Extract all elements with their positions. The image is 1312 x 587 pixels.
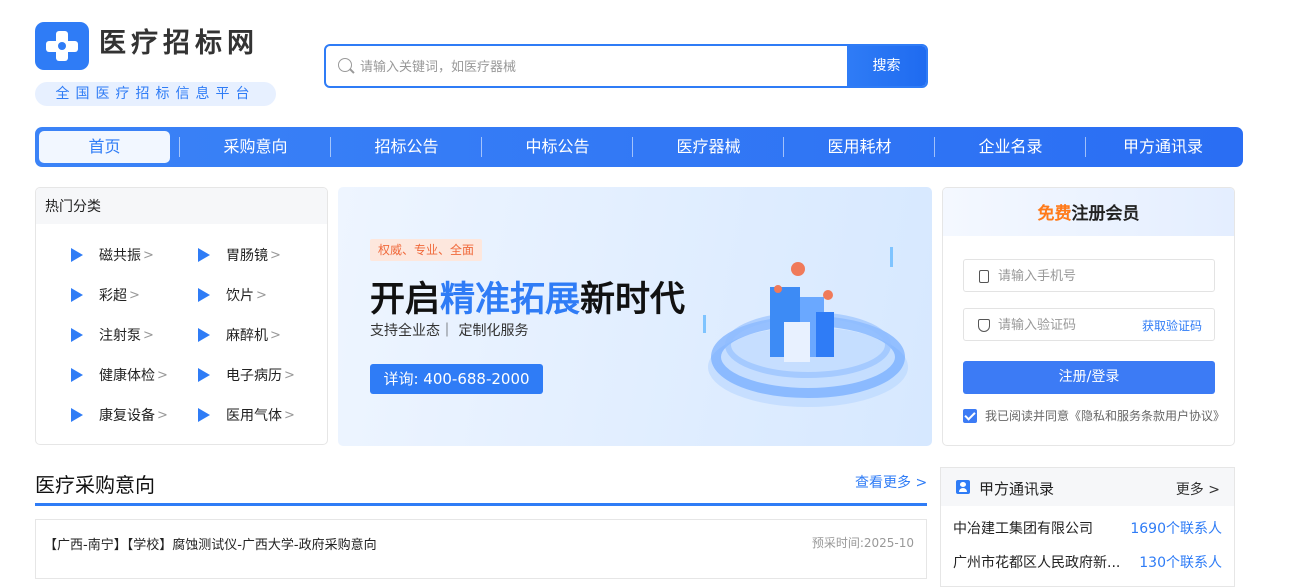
site-title[interactable]: 医疗招标网: [99, 21, 259, 60]
logo-icon[interactable]: [35, 22, 89, 70]
nav-item-devices[interactable]: 医疗器械: [633, 127, 784, 167]
register-panel: 免费注册会员 获取验证码 注册/登录 我已阅读并同意《隐私和服务条款用户协议》: [942, 187, 1235, 446]
chevron-right-icon: >: [129, 287, 140, 303]
hot-categories-panel: 热门分类 磁共振 > 胃肠镜 > 彩超 > 饮片 > 注射泵 > 麻醉机 > 健康体检 > 电…: [35, 187, 328, 445]
category-item[interactable]: 饮片 >: [198, 285, 267, 305]
search-bar: 搜索: [324, 44, 928, 88]
register-login-button[interactable]: 注册/登录: [963, 361, 1215, 394]
nav-item-award[interactable]: 中标公告: [482, 127, 633, 167]
play-icon: [71, 368, 83, 382]
contacts-more-link[interactable]: 更多 >: [1176, 479, 1220, 499]
nav-item-directory[interactable]: 企业名录: [935, 127, 1086, 167]
banner-hotline-button[interactable]: 详询: 400-688-2000: [370, 364, 543, 394]
search-input[interactable]: [360, 46, 840, 86]
buildings-illustration: [703, 247, 908, 407]
category-item[interactable]: 电子病历 >: [198, 365, 295, 385]
chevron-right-icon: >: [157, 367, 168, 383]
category-item[interactable]: 注射泵 >: [71, 325, 154, 345]
chevron-right-icon: >: [157, 407, 168, 423]
site-subtitle: 全国医疗招标信息平台: [35, 82, 276, 106]
phone-input[interactable]: [998, 260, 1138, 291]
chevron-right-icon: >: [256, 287, 267, 303]
play-icon: [71, 288, 83, 302]
play-icon: [71, 328, 83, 342]
main-nav: 首页 采购意向 招标公告 中标公告 医疗器械 医用耗材 企业名录 甲方通讯录: [35, 127, 1243, 167]
chevron-right-icon: >: [270, 247, 281, 263]
play-icon: [71, 248, 83, 262]
play-icon: [198, 328, 210, 342]
search-button[interactable]: 搜索: [847, 46, 926, 86]
category-item[interactable]: 健康体检 >: [71, 365, 168, 385]
code-field[interactable]: 获取验证码: [963, 308, 1215, 341]
list-item[interactable]: 【广西-南宁】【学校】腐蚀测试仪-广西大学-政府采购意向 预采时间:2025-1…: [44, 534, 914, 556]
search-icon: [338, 58, 352, 72]
nav-item-intent[interactable]: 采购意向: [180, 127, 331, 167]
contacts-title: 甲方通讯录: [979, 480, 1055, 498]
hot-categories-title: 热门分类: [36, 188, 327, 224]
category-item[interactable]: 磁共振 >: [71, 245, 154, 265]
contact-row[interactable]: 广州市花都区人民政府新... 130个联系人: [953, 552, 1222, 572]
procurement-list: 【广西-南宁】【学校】腐蚀测试仪-广西大学-政府采购意向 预采时间:2025-1…: [35, 519, 927, 579]
procurement-section-title: 医疗采购意向: [35, 473, 155, 497]
nav-item-contacts[interactable]: 甲方通讯录: [1086, 127, 1240, 167]
nav-item-home[interactable]: 首页: [39, 131, 170, 163]
chevron-right-icon: >: [143, 327, 154, 343]
section-divider: [35, 503, 927, 506]
procurement-more-link[interactable]: 查看更多 >: [855, 472, 927, 492]
banner-tag: 权威、专业、全面: [370, 239, 483, 261]
category-item[interactable]: 医用气体 >: [198, 405, 295, 425]
play-icon: [198, 408, 210, 422]
get-code-button[interactable]: 获取验证码: [1142, 317, 1202, 334]
play-icon: [71, 408, 83, 422]
agreement[interactable]: 我已阅读并同意《隐私和服务条款用户协议》: [963, 407, 1225, 424]
category-item[interactable]: 胃肠镜 >: [198, 245, 281, 265]
chevron-right-icon: >: [143, 247, 154, 263]
category-item[interactable]: 麻醉机 >: [198, 325, 281, 345]
code-input[interactable]: [998, 309, 1138, 340]
category-item[interactable]: 彩超 >: [71, 285, 140, 305]
play-icon: [198, 248, 210, 262]
banner-headline: 开启精准拓展新时代: [370, 280, 686, 320]
agree-checkbox[interactable]: [963, 408, 977, 423]
contact-row[interactable]: 中冶建工集团有限公司 1690个联系人: [953, 518, 1222, 538]
register-title: 免费注册会员: [943, 188, 1234, 236]
shield-icon: [978, 319, 990, 332]
play-icon: [198, 288, 210, 302]
nav-item-tender[interactable]: 招标公告: [331, 127, 482, 167]
contacts-panel: 甲方通讯录 更多 > 中冶建工集团有限公司 1690个联系人 广州市花都区人民政…: [940, 467, 1235, 587]
category-item[interactable]: 康复设备 >: [71, 405, 168, 425]
play-icon: [198, 368, 210, 382]
chevron-right-icon: >: [270, 327, 281, 343]
phone-field[interactable]: [963, 259, 1215, 292]
banner-subline: 支持全业态｜ 定制化服务: [370, 323, 529, 339]
chevron-right-icon: >: [284, 367, 295, 383]
chevron-right-icon: >: [284, 407, 295, 423]
phone-icon: [979, 270, 989, 283]
contacts-icon: [956, 480, 970, 494]
nav-item-consumables[interactable]: 医用耗材: [784, 127, 935, 167]
promo-banner[interactable]: 权威、专业、全面 开启精准拓展新时代 支持全业态｜ 定制化服务 详询: 400-…: [338, 187, 932, 446]
